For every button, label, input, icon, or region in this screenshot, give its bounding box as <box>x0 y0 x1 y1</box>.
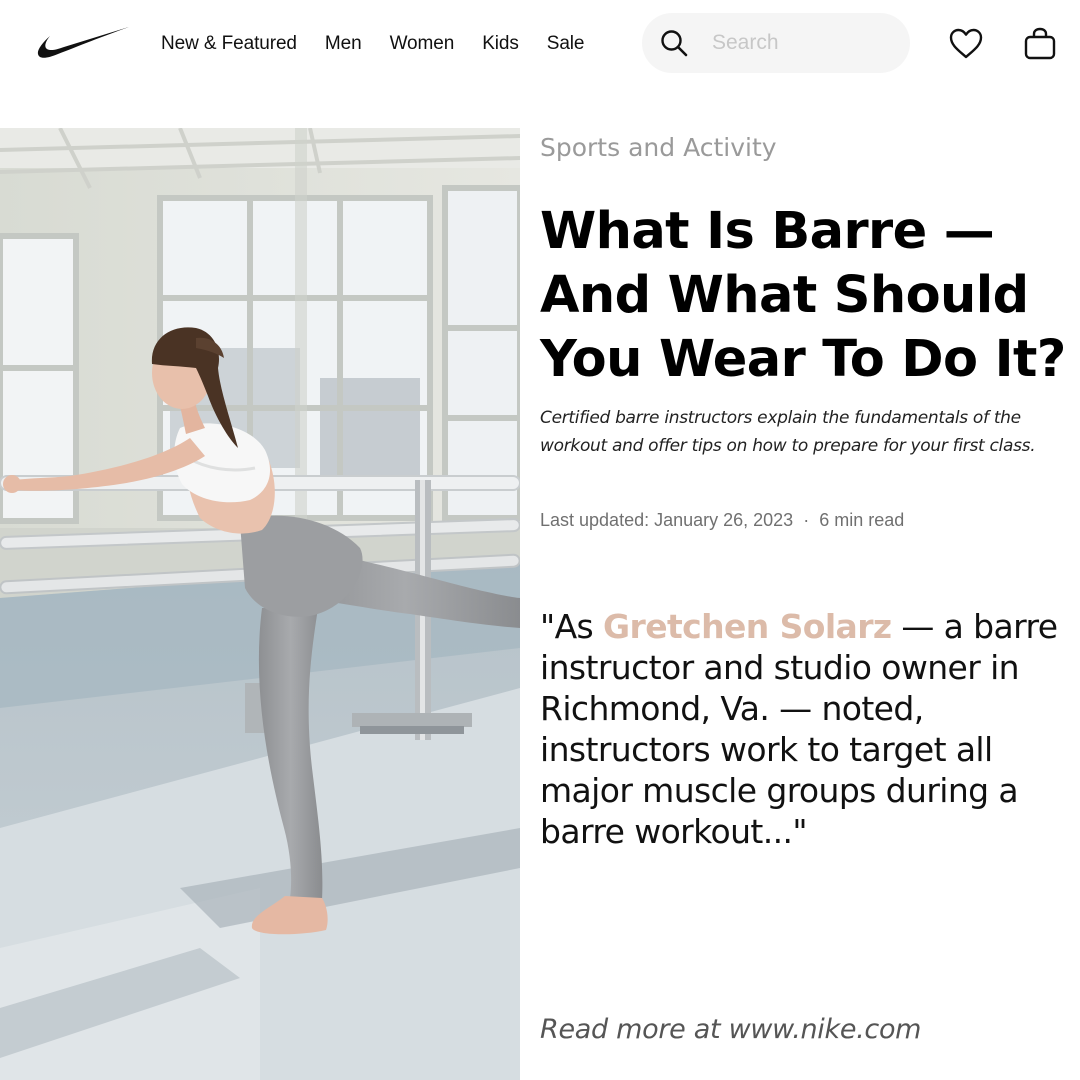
nav-kids[interactable]: Kids <box>482 33 519 55</box>
site-header: New & Featured Men Women Kids Sale <box>0 0 1080 90</box>
main-nav: New & Featured Men Women Kids Sale <box>161 33 584 55</box>
heart-icon[interactable] <box>946 24 986 64</box>
nav-men[interactable]: Men <box>325 33 362 55</box>
last-updated: Last updated: January 26, 2023 <box>540 510 794 530</box>
read-more-link[interactable]: Read more at www.nike.com <box>540 1014 921 1045</box>
nav-women[interactable]: Women <box>390 33 455 55</box>
article-category[interactable]: Sports and Activity <box>540 133 777 162</box>
search-icon[interactable] <box>660 29 688 57</box>
search-bar[interactable] <box>642 13 910 73</box>
search-input[interactable] <box>712 23 892 63</box>
quote-open: "As <box>540 607 604 646</box>
nav-sale[interactable]: Sale <box>547 33 585 55</box>
article-meta: Last updated: January 26, 2023 · 6 min rea… <box>540 510 904 531</box>
pull-quote: "As Gretchen Solarz — a barre instructor… <box>540 606 1080 852</box>
nike-swoosh-icon[interactable] <box>36 25 130 63</box>
meta-separator: · <box>803 510 810 530</box>
article-subtitle: Certified barre instructors explain the … <box>540 408 1036 456</box>
quote-author-link[interactable]: Gretchen Solarz <box>603 607 892 646</box>
barre-studio-illustration <box>0 128 520 1080</box>
shopping-bag-icon[interactable] <box>1020 24 1060 64</box>
read-time: 6 min read <box>819 510 905 530</box>
nav-new-featured[interactable]: New & Featured <box>161 33 297 55</box>
hero-image <box>0 128 520 1080</box>
article-title: What Is Barre — And What Should You Wear… <box>540 202 1066 389</box>
